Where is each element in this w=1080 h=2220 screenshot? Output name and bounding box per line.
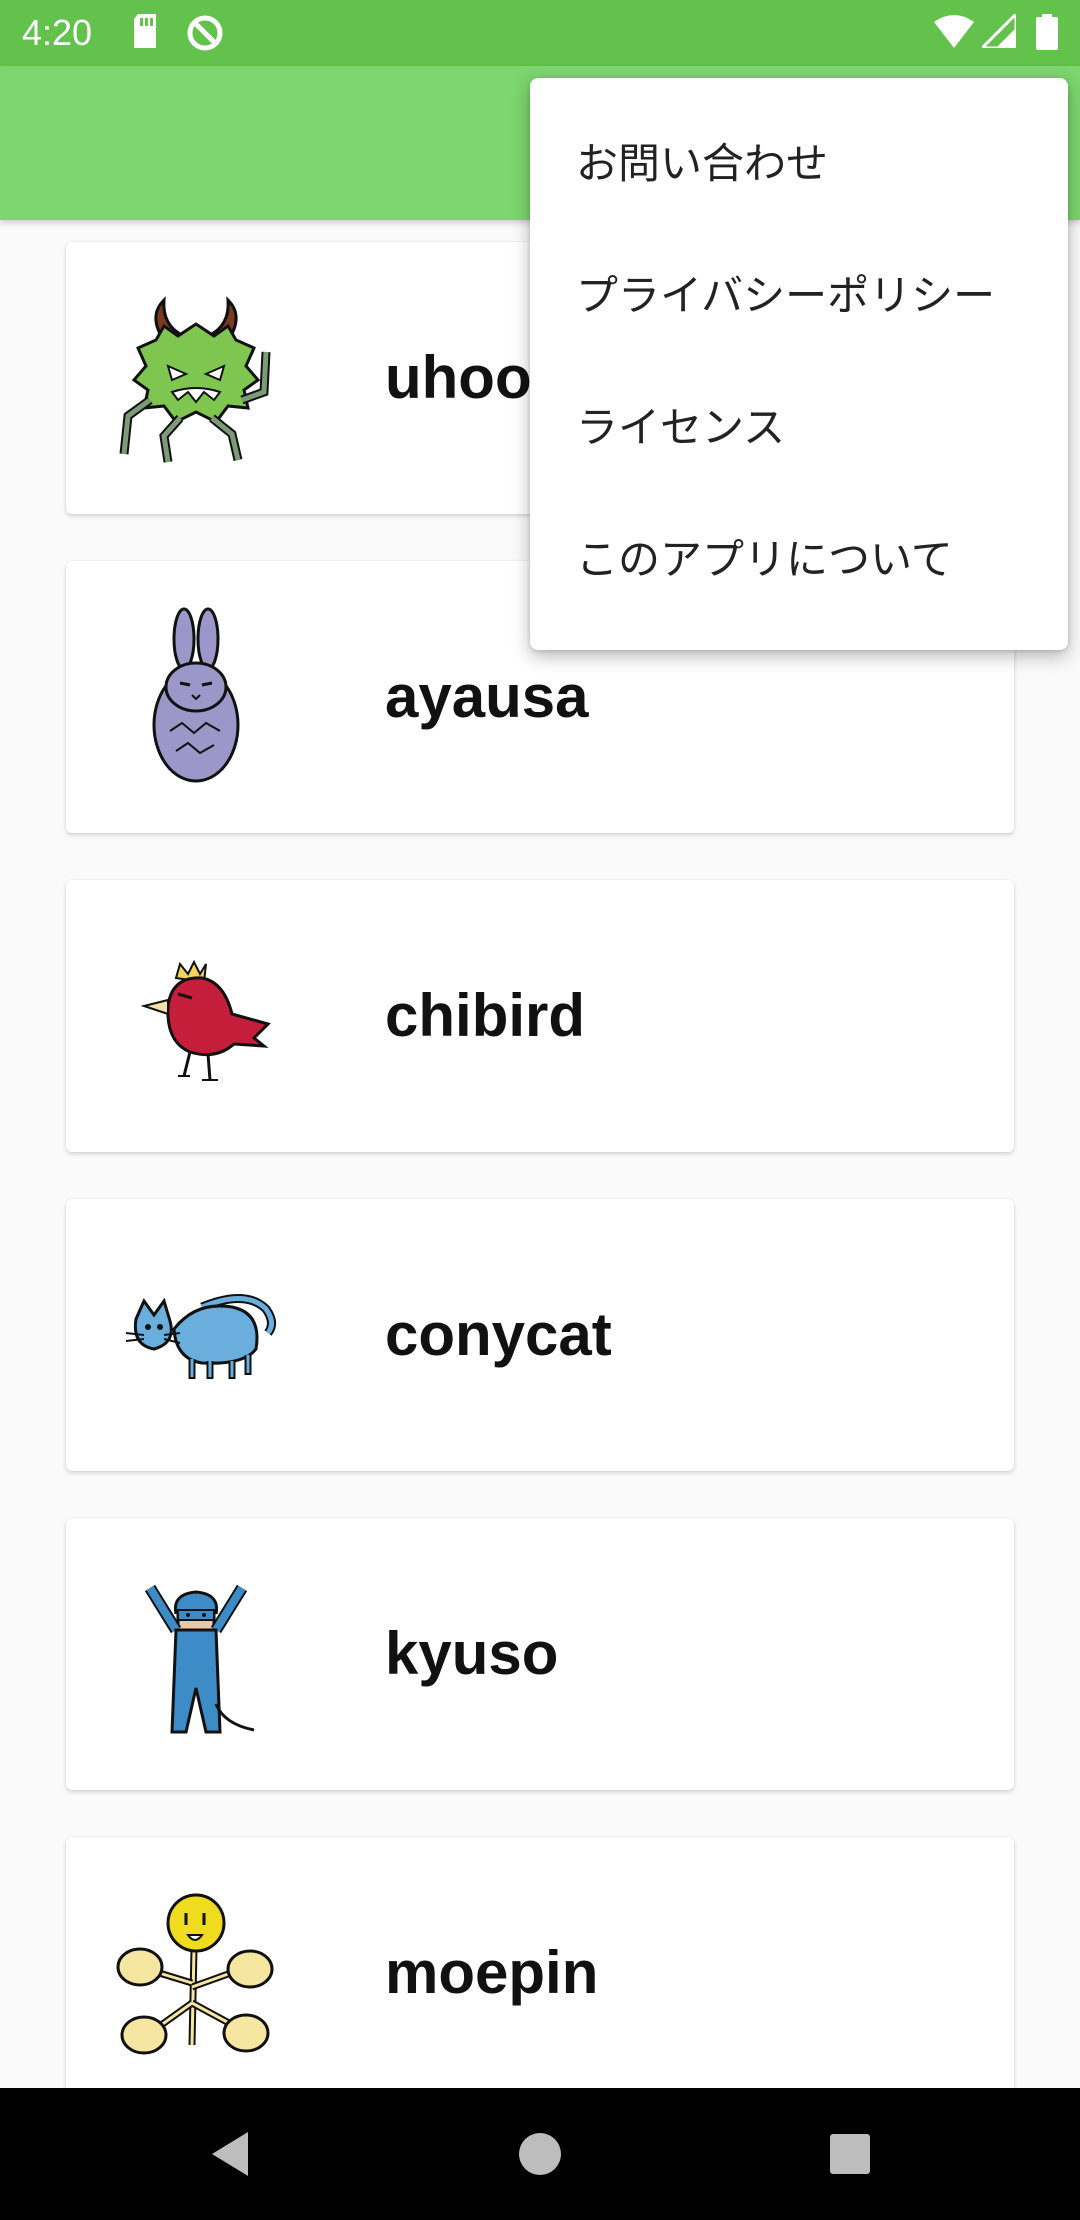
menu-item-privacy-policy[interactable]: プライバシーポリシー — [530, 230, 1068, 362]
menu-item-about[interactable]: このアプリについて — [530, 494, 1068, 626]
green-monster-icon — [119, 296, 271, 463]
recents-icon[interactable] — [810, 2114, 890, 2194]
character-name: chibird — [385, 982, 586, 1049]
list-item-kyuso[interactable]: kyuso — [66, 1518, 1014, 1790]
back-icon[interactable] — [190, 2114, 270, 2194]
character-name: kyuso — [385, 1620, 559, 1687]
list-item-moepin[interactable]: moepin — [66, 1837, 1014, 2088]
navigation-bar — [0, 2088, 1080, 2220]
status-bar: 4:20 — [0, 0, 1080, 66]
red-bird-icon — [140, 959, 271, 1081]
sd-card-icon — [134, 14, 156, 48]
signal-icon — [982, 14, 1016, 48]
home-icon[interactable] — [500, 2114, 580, 2194]
wifi-icon — [934, 15, 974, 48]
list-item-conycat[interactable]: conycat — [66, 1199, 1014, 1471]
sync-icon — [187, 15, 223, 51]
character-name: conycat — [385, 1301, 612, 1368]
blue-mouse-icon — [144, 1584, 255, 1734]
character-name: uhoo — [385, 344, 532, 411]
overflow-menu: お問い合わせ プライバシーポリシー ライセンス このアプリについて — [530, 78, 1068, 650]
blue-cat-icon — [125, 1294, 276, 1379]
character-name: moepin — [385, 1939, 599, 2006]
menu-item-license[interactable]: ライセンス — [530, 362, 1068, 494]
list-item-chibird[interactable]: chibird — [66, 880, 1014, 1152]
purple-rabbit-icon — [152, 607, 240, 783]
menu-item-contact[interactable]: お問い合わせ — [530, 98, 1068, 230]
status-time: 4:20 — [22, 12, 93, 53]
battery-icon — [1036, 14, 1058, 50]
yellow-flower-icon — [116, 1893, 274, 2055]
